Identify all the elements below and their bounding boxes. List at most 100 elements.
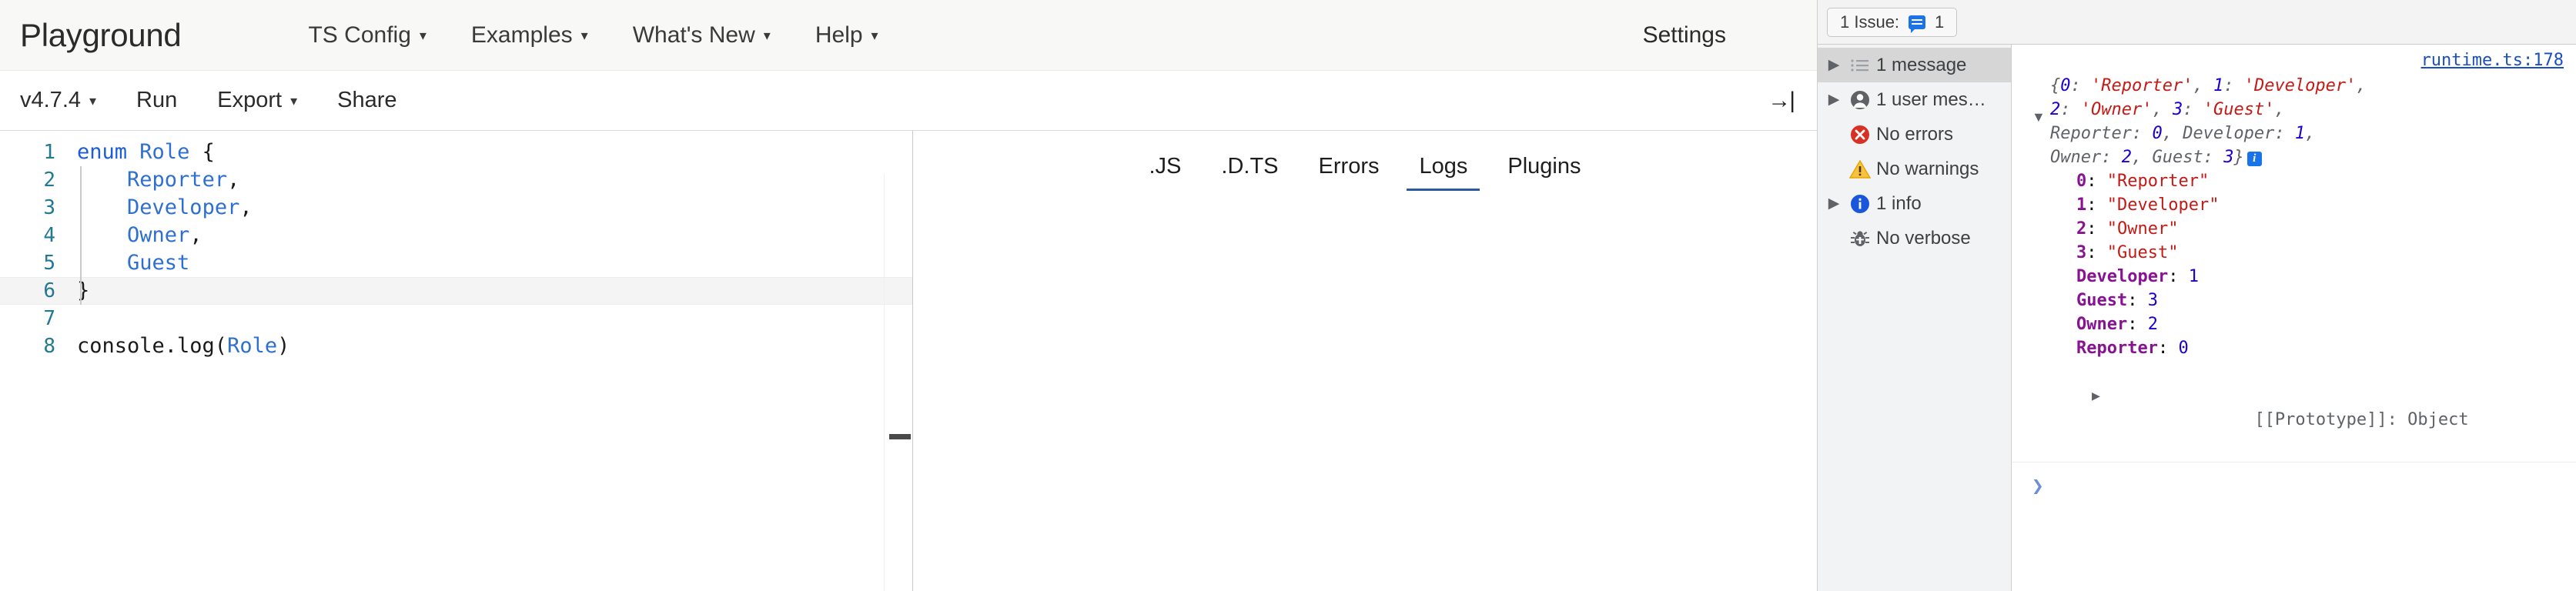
property-value: 0 xyxy=(2178,339,2189,358)
code-lines: 1 enum Role { 2 Reporter, 3 Developer, 4 xyxy=(0,131,912,360)
sidebar-item-label: No errors xyxy=(1876,123,1954,145)
settings-button[interactable]: Settings xyxy=(1643,22,1726,48)
property-colon: : xyxy=(2086,172,2107,191)
preview-segment: { xyxy=(2050,76,2061,95)
nav-item-label: Help xyxy=(815,22,863,48)
property-key: Reporter xyxy=(2076,339,2158,358)
sidebar-item-label: No verbose xyxy=(1876,227,1971,249)
code-line[interactable]: 2 Reporter, xyxy=(0,166,912,194)
preview-segment: : xyxy=(2223,76,2244,95)
sidebar-item-label: 1 message xyxy=(1876,54,1967,75)
sidebar-item-label: No warnings xyxy=(1876,158,1979,179)
person-icon xyxy=(1844,89,1876,111)
chevron-down-icon: ▾ xyxy=(290,92,298,109)
preview-segment: 0 xyxy=(2060,76,2071,95)
sidebar-item-label: 1 info xyxy=(1876,192,1922,214)
property-key: 1 xyxy=(2076,195,2087,215)
chevron-right-icon[interactable]: ▶ xyxy=(1824,91,1844,109)
code-text: console.log(Role) xyxy=(77,334,290,358)
sidebar-item-warnings[interactable]: ▸ No warnings xyxy=(1818,152,2011,186)
code-line[interactable]: 5 Guest xyxy=(0,249,912,277)
property-row[interactable]: Reporter: 0 xyxy=(2076,336,2576,360)
nav-item-whats-new[interactable]: What's New ▾ xyxy=(633,22,771,48)
collapse-sidebar-icon[interactable]: →| xyxy=(1768,88,1795,114)
line-number: 8 xyxy=(43,335,55,358)
preview-segment: 3 xyxy=(2172,100,2183,119)
run-button[interactable]: Run xyxy=(136,88,177,113)
code-line[interactable]: 1 enum Role { xyxy=(0,139,912,166)
property-key: Guest xyxy=(2076,291,2128,310)
property-key: Owner xyxy=(2076,315,2128,334)
top-navbar: Playground TS Config ▾ Examples ▾ What's… xyxy=(0,0,1817,71)
nav-item-help[interactable]: Help ▾ xyxy=(815,22,878,48)
issues-button[interactable]: 1 Issue: 1 xyxy=(1827,7,1958,37)
property-colon: : xyxy=(2086,243,2107,262)
sidebar-item-user-messages[interactable]: ▶ 1 user mes… xyxy=(1818,82,2011,117)
console-output[interactable]: runtime.ts:178 ▼ {0: 'Reporter', 1: 'Dev… xyxy=(2012,45,2576,591)
property-row[interactable]: 3: "Guest" xyxy=(2076,241,2576,265)
code-line[interactable]: 7 xyxy=(0,305,912,332)
tab-dts[interactable]: .D.TS xyxy=(1209,154,1290,191)
editor-scrollbar[interactable] xyxy=(884,174,912,591)
share-button[interactable]: Share xyxy=(337,88,396,113)
code-line-active[interactable]: 6 } xyxy=(0,277,912,305)
chevron-right-icon[interactable]: ▶ xyxy=(2092,384,2100,408)
indent-guide xyxy=(80,166,82,305)
nav-item-label: Examples xyxy=(470,22,573,48)
export-button[interactable]: Export ▾ xyxy=(217,88,297,113)
property-key: 2 xyxy=(2076,219,2087,239)
tab-js[interactable]: .JS xyxy=(1137,154,1194,191)
sidebar-item-messages[interactable]: ▶ 1 message xyxy=(1818,48,2011,82)
code-text: enum Role { xyxy=(77,140,215,164)
line-number: 2 xyxy=(43,169,55,192)
typescript-playground: Playground TS Config ▾ Examples ▾ What's… xyxy=(0,0,1817,591)
property-row[interactable]: 0: "Reporter" xyxy=(2076,169,2576,193)
preview-segment: , Developer: xyxy=(2162,124,2295,143)
code-line[interactable]: 8 console.log(Role) xyxy=(0,332,912,360)
code-text: Guest xyxy=(127,251,190,275)
nav-item-examples[interactable]: Examples ▾ xyxy=(471,22,588,48)
version-selector[interactable]: v4.7.4 ▾ xyxy=(20,88,96,113)
preview-segment: : xyxy=(2070,76,2091,95)
warning-icon xyxy=(1844,159,1876,179)
chevron-right-icon[interactable]: ▶ xyxy=(1824,195,1844,212)
chevron-down-icon: ▾ xyxy=(871,27,878,43)
sidebar-item-info[interactable]: ▶ 1 info xyxy=(1818,186,2011,221)
code-line[interactable]: 4 Owner, xyxy=(0,222,912,249)
property-colon: : xyxy=(2086,219,2107,239)
object-properties: 0: "Reporter" 1: "Developer" 2: "Owner" … xyxy=(2012,169,2576,456)
line-number: 1 xyxy=(43,141,55,164)
app-root: Playground TS Config ▾ Examples ▾ What's… xyxy=(0,0,2576,591)
console-prompt[interactable]: ❯ xyxy=(2012,462,2576,498)
info-badge-icon[interactable]: i xyxy=(2246,152,2262,166)
version-label: v4.7.4 xyxy=(20,88,81,112)
chevron-right-icon[interactable]: ▶ xyxy=(1824,56,1844,74)
bug-icon xyxy=(1844,229,1876,249)
property-colon: : xyxy=(2168,267,2189,286)
property-colon: : xyxy=(2086,195,2107,215)
sidebar-item-errors[interactable]: ▸ No errors xyxy=(1818,117,2011,152)
property-row[interactable]: Guest: 3 xyxy=(2076,289,2576,312)
code-text: } xyxy=(77,279,90,302)
nav-item-ts-config[interactable]: TS Config ▾ xyxy=(308,22,426,48)
sidebar-item-verbose[interactable]: ▸ No verbose xyxy=(1818,221,2011,255)
work-area: 1 enum Role { 2 Reporter, 3 Developer, 4 xyxy=(0,131,1817,591)
property-row[interactable]: 1: "Developer" xyxy=(2076,193,2576,217)
preview-segment: 0 xyxy=(2152,124,2163,143)
property-row[interactable]: Developer: 1 xyxy=(2076,265,2576,289)
tab-errors[interactable]: Errors xyxy=(1306,154,1392,191)
prototype-row[interactable]: ▶ [[Prototype]]: Object xyxy=(2076,360,2576,456)
tab-plugins[interactable]: Plugins xyxy=(1495,154,1593,191)
code-line[interactable]: 3 Developer, xyxy=(0,194,912,222)
property-colon: : xyxy=(2127,315,2148,334)
tab-logs[interactable]: Logs xyxy=(1407,154,1480,191)
property-value: "Owner" xyxy=(2106,219,2179,239)
issues-label: 1 Issue: xyxy=(1840,12,1900,32)
preview-segment: , xyxy=(2193,76,2213,95)
code-editor[interactable]: 1 enum Role { 2 Reporter, 3 Developer, 4 xyxy=(0,131,913,591)
property-row[interactable]: Owner: 2 xyxy=(2076,312,2576,336)
property-row[interactable]: 2: "Owner" xyxy=(2076,217,2576,241)
console-sidebar: ▶ 1 message ▶ 1 user mes… ▸ xyxy=(1818,45,2012,591)
code-text: Reporter, xyxy=(127,168,240,192)
console-message[interactable]: runtime.ts:178 ▼ {0: 'Reporter', 1: 'Dev… xyxy=(2012,45,2576,462)
